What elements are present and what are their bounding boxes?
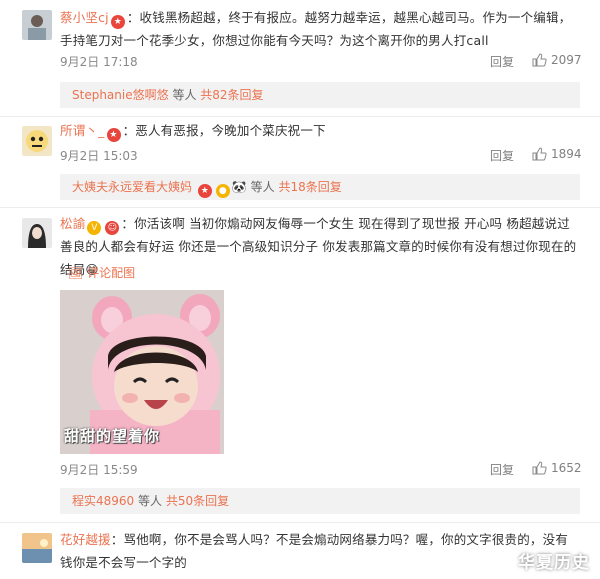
comment-text: 松諭 V ☺ ：你活该啊 当初你煽动网友侮辱一个女生 现在得到了现世报 开心吗 杨超越… [60, 212, 580, 281]
like-count: 2097 [551, 53, 582, 67]
comment-text: 花好越援：骂他啊，你不是会骂人吗？不是会煽动网络暴力吗？喔，你的文字很贵的，没有… [60, 528, 580, 574]
thumbs-up-icon [532, 461, 547, 475]
panda-icon: 🐼 [231, 180, 247, 194]
reply-count-link[interactable]: 共18条回复 [278, 180, 341, 194]
reply-count-link[interactable]: 共50条回复 [166, 494, 229, 508]
like-count: 1894 [551, 147, 582, 161]
divider [0, 207, 600, 208]
avatar[interactable] [22, 218, 52, 248]
avatar[interactable] [22, 533, 52, 563]
timestamp: 9月2日 17:18 [60, 55, 138, 69]
star-badge-icon: ★ [197, 184, 212, 198]
reply-suffix: 等人 [250, 180, 275, 194]
reply-summary[interactable]: 大姨夫永远爱看大姨妈 ★ ● 🐼 等人 共18条回复 [60, 174, 580, 200]
reply-summary[interactable]: 程实48960 等人 共50条回复 [60, 488, 580, 514]
comment-image-link[interactable]: 🖼 评论配图 [68, 264, 135, 281]
image-link-label: 评论配图 [87, 266, 136, 280]
username-link[interactable]: 所谓丶_ [60, 123, 105, 138]
comment-body: ：骂他啊，你不是会骂人吗？不是会煽动网络暴力吗？喔，你的文字很贵的，没有钱你是不… [60, 532, 569, 570]
comment-text: 蔡小坚cj ★ ：收钱黑杨超越，终于有报应。越努力越幸运，越黑心越司马。作为一个编辑… [60, 6, 580, 52]
badge-icon: ★ [110, 15, 125, 29]
reply-suffix: 等人 [138, 494, 163, 508]
username-link[interactable]: 蔡小坚cj [60, 10, 109, 25]
like-button[interactable]: 1894 [532, 147, 582, 161]
like-button[interactable]: 1652 [532, 461, 582, 475]
badge-icon: ★ [106, 128, 121, 142]
reply-user-link[interactable]: 程实48960 [72, 494, 134, 508]
thumbs-up-icon [532, 147, 547, 161]
watermark-logo: 华夏历史 [518, 553, 590, 573]
reply-user-link[interactable]: Stephanie悠啊悠 [72, 88, 169, 102]
comment-text: 所谓丶_ ★ ：恶人有恶报，今晚加个菜庆祝一下 [60, 119, 580, 142]
comment-body: ：恶人有恶报，今晚加个菜庆祝一下 [122, 123, 326, 138]
thumbs-up-icon [532, 53, 547, 67]
reply-summary[interactable]: Stephanie悠啊悠 等人 共82条回复 [60, 82, 580, 108]
image-icon: 🖼 [68, 266, 84, 280]
comment-image[interactable]: 甜甜的望着你 [60, 290, 224, 454]
timestamp: 9月2日 15:59 [60, 463, 138, 477]
reply-suffix: 等人 [172, 88, 197, 102]
reply-button[interactable]: 回复 [490, 147, 514, 164]
like-count: 1652 [551, 461, 582, 475]
image-caption: 甜甜的望着你 [64, 427, 161, 445]
comment-body: ：收钱黑杨超越，终于有报应。越努力越幸运，越黑心越司马。作为一个编辑，手持笔刀对… [60, 10, 572, 48]
avatar[interactable] [22, 10, 52, 40]
timestamp: 9月2日 15:03 [60, 149, 138, 163]
username-link[interactable]: 松諭 [60, 216, 85, 231]
reply-button[interactable]: 回复 [490, 53, 514, 70]
divider [0, 116, 600, 117]
divider [0, 522, 600, 523]
avatar[interactable] [22, 126, 52, 156]
reply-button[interactable]: 回复 [490, 461, 514, 478]
emoji-badge-icon: ☺ [105, 221, 120, 235]
username-link[interactable]: 花好越援 [60, 532, 111, 547]
reply-user-link[interactable]: 大姨夫永远爱看大姨妈 [72, 180, 192, 194]
like-button[interactable]: 2097 [532, 53, 582, 67]
verified-icon: V [87, 221, 102, 235]
reply-count-link[interactable]: 共82条回复 [200, 88, 263, 102]
gold-badge-icon: ● [215, 184, 230, 198]
comment-body: ：你活该啊 当初你煽动网友侮辱一个女生 现在得到了现世报 开心吗 杨超越说过 善… [60, 216, 577, 277]
